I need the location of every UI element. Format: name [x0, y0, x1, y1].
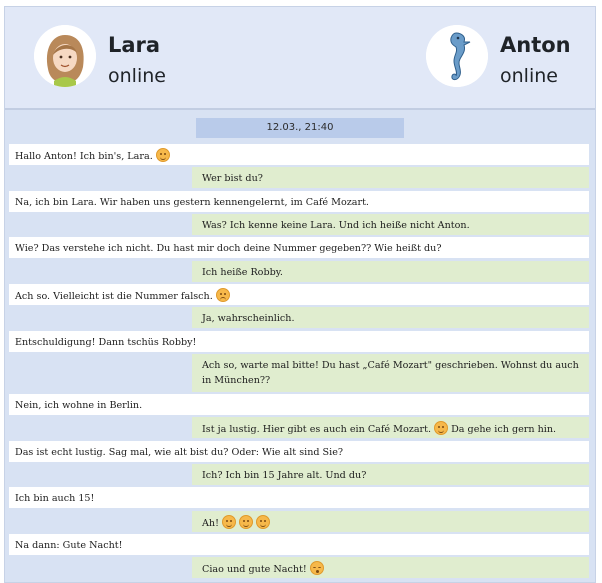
message-text: Ah!	[202, 518, 219, 529]
message-left: Nein, ich wohne in Berlin.	[9, 394, 589, 415]
message-right: Ah!	[192, 511, 589, 532]
message-left: Entschuldigung! Dann tschüs Robby!	[9, 331, 589, 352]
confused-emoji-icon	[215, 288, 230, 302]
smile-emoji-icon	[434, 421, 449, 435]
smile-emoji-icon	[155, 148, 170, 162]
chat-window: Lara online Anton online 12.03., 21:40 H…	[4, 6, 596, 583]
message-text-after: Da gehe ich gern hin.	[451, 424, 557, 435]
message-left: Das ist echt lustig. Sag mal, wie alt bi…	[9, 441, 589, 462]
message-right: Ja, wahrscheinlich.	[192, 307, 589, 328]
message-right: Ach so, warte mal bitte! Du hast „Café M…	[192, 354, 589, 392]
contact-name-lara: Lara	[108, 33, 161, 57]
message-right: Ciao und gute Nacht!	[192, 557, 589, 578]
message-text: Hallo Anton! Ich bin's, Lara.	[15, 151, 153, 162]
message-text: Ich? Ich bin 15 Jahre alt. Und du?	[202, 470, 367, 481]
message-left: Na, ich bin Lara. Wir haben uns gestern …	[9, 191, 589, 212]
message-text: Ciao und gute Nacht!	[202, 564, 307, 575]
contact-status-lara: online	[108, 65, 166, 87]
message-right: Ist ja lustig. Hier gibt es auch ein Caf…	[192, 417, 589, 438]
message-text: Ach so. Vielleicht ist die Nummer falsch…	[15, 291, 213, 302]
message-text: Ich heiße Robby.	[202, 267, 283, 278]
message-text: Das ist echt lustig. Sag mal, wie alt bi…	[15, 447, 344, 458]
message-left: Na dann: Gute Nacht!	[9, 534, 589, 555]
message-left: Hallo Anton! Ich bin's, Lara.	[9, 144, 589, 165]
smile-emoji-icon	[221, 515, 236, 529]
message-text: Was? Ich kenne keine Lara. Und ich heiße…	[202, 220, 470, 231]
seahorse-avatar-icon	[426, 25, 488, 87]
message-text: Wie? Das verstehe ich nicht. Du hast mir…	[15, 243, 442, 254]
message-text: Entschuldigung! Dann tschüs Robby!	[15, 337, 197, 348]
message-left: Ich bin auch 15!	[9, 487, 589, 508]
contact-name-anton: Anton	[500, 33, 571, 57]
message-right: Ich heiße Robby.	[192, 261, 589, 282]
message-text: Ich bin auch 15!	[15, 493, 95, 504]
message-text: Ach so, warte mal bitte! Du hast „Café M…	[202, 360, 579, 386]
message-text: Wer bist du?	[202, 173, 263, 184]
girl-avatar-icon	[34, 25, 96, 87]
message-left: Ach so. Vielleicht ist die Nummer falsch…	[9, 284, 589, 305]
message-text: Na dann: Gute Nacht!	[15, 540, 123, 551]
message-right: Ich? Ich bin 15 Jahre alt. Und du?	[192, 464, 589, 485]
message-text: Nein, ich wohne in Berlin.	[15, 400, 143, 411]
date-separator: 12.03., 21:40	[196, 118, 404, 138]
message-right: Was? Ich kenne keine Lara. Und ich heiße…	[192, 214, 589, 235]
message-left: Wie? Das verstehe ich nicht. Du hast mir…	[9, 237, 589, 258]
chat-header: Lara online Anton online	[5, 7, 595, 110]
message-text: Ja, wahrscheinlich.	[202, 313, 295, 324]
smile-emoji-icon	[255, 515, 270, 529]
contact-status-anton: online	[500, 65, 558, 87]
message-right: Wer bist du?	[192, 167, 589, 188]
message-text: Na, ich bin Lara. Wir haben uns gestern …	[15, 197, 369, 208]
smile-emoji-icon	[238, 515, 253, 529]
sleepy-emoji-icon	[309, 561, 324, 575]
message-text: Ist ja lustig. Hier gibt es auch ein Caf…	[202, 424, 432, 435]
